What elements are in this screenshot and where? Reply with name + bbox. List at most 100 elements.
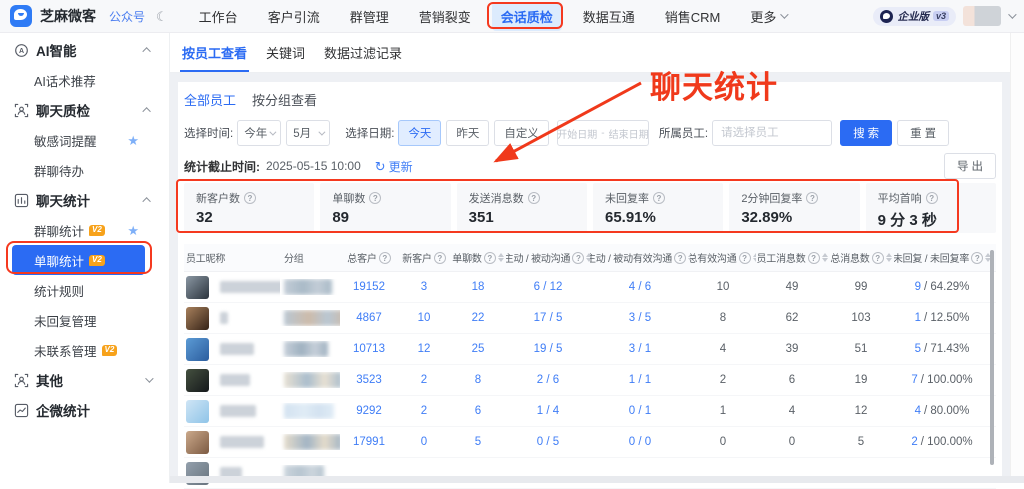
new-customers-value[interactable]: 2	[421, 374, 427, 386]
new-customers-value[interactable]: 12	[418, 343, 431, 355]
active-passive-valid-value[interactable]: 0 / 1	[629, 405, 651, 417]
sidebar-item[interactable]: 其他	[0, 365, 169, 395]
user-avatar[interactable]	[963, 6, 1001, 26]
active-passive-value[interactable]: 2 / 6	[537, 374, 559, 386]
unreplied-count-value[interactable]: 5	[915, 343, 921, 355]
table-column-header[interactable]: 主动 / 被动沟通	[506, 250, 590, 265]
table-column-header[interactable]: 单聊数	[450, 250, 506, 265]
unreplied-count-value[interactable]: 7	[911, 374, 917, 386]
new-customers-value[interactable]: 3	[421, 281, 427, 293]
page-scrollbar-track[interactable]	[1010, 33, 1024, 483]
dark-mode-icon[interactable]: ☾	[156, 10, 168, 23]
sidebar-item[interactable]: 未回复管理	[0, 305, 169, 335]
sub-tab[interactable]: 按分组查看	[252, 90, 317, 109]
unreplied-count-value[interactable]: 1	[915, 312, 921, 324]
month-select[interactable]: 5月	[286, 120, 330, 146]
active-passive-value[interactable]: 1 / 4	[537, 405, 559, 417]
top-nav-item[interactable]: 工作台	[184, 2, 253, 31]
sort-icon[interactable]	[886, 253, 892, 262]
export-button[interactable]: 导出	[944, 153, 996, 179]
new-customers-value[interactable]: 2	[421, 405, 427, 417]
table-column-header[interactable]: 分组	[280, 250, 340, 265]
info-icon[interactable]	[808, 252, 820, 264]
total-customers-value[interactable]: 3523	[356, 374, 382, 386]
date-quick-button[interactable]: 今天	[398, 120, 441, 146]
main-tab[interactable]: 关键词	[264, 33, 307, 72]
sidebar-item[interactable]: 单聊统计 V2	[12, 245, 145, 275]
search-button[interactable]: 搜索	[840, 120, 892, 146]
chat-count-value[interactable]: 8	[475, 374, 481, 386]
info-icon[interactable]	[244, 192, 256, 204]
sidebar-item[interactable]: 敏感词提醒 ★	[0, 125, 169, 155]
top-nav-item[interactable]: 会话质检	[492, 2, 562, 31]
info-icon[interactable]	[379, 252, 391, 264]
info-icon[interactable]	[528, 192, 540, 204]
sidebar-item[interactable]: AI话术推荐	[0, 65, 169, 95]
sidebar-item[interactable]: 群聊待办	[0, 155, 169, 185]
active-passive-valid-value[interactable]: 0 / 0	[629, 436, 651, 448]
total-customers-value[interactable]: 4867	[356, 312, 382, 324]
table-column-header[interactable]: 总有效沟通	[690, 250, 756, 265]
active-passive-value[interactable]: 17 / 5	[534, 312, 563, 324]
sidebar-item[interactable]: 未联系管理 V2	[0, 335, 169, 365]
table-column-header[interactable]: 员工消息数	[756, 250, 828, 265]
active-passive-valid-value[interactable]: 4 / 6	[629, 281, 651, 293]
top-nav-item[interactable]: 数据互通	[568, 2, 650, 31]
chat-count-value[interactable]: 18	[472, 281, 485, 293]
star-icon[interactable]: ★	[127, 224, 139, 237]
sort-icon[interactable]	[822, 253, 828, 262]
date-quick-button[interactable]: 自定义	[494, 120, 549, 146]
unreplied-count-value[interactable]: 9	[915, 281, 921, 293]
active-passive-valid-value[interactable]: 1 / 1	[629, 374, 651, 386]
main-tab[interactable]: 按员工查看	[180, 33, 249, 72]
table-column-header[interactable]: 总客户	[340, 250, 398, 265]
table-column-header[interactable]: 主动 / 被动有效沟通	[590, 250, 690, 265]
active-passive-valid-value[interactable]: 3 / 5	[629, 312, 651, 324]
official-account-link[interactable]: 公众号	[109, 8, 145, 25]
year-select[interactable]: 今年	[237, 120, 281, 146]
info-icon[interactable]	[806, 192, 818, 204]
top-nav-item[interactable]: 营销裂变	[404, 2, 486, 31]
info-icon[interactable]	[484, 252, 496, 264]
reset-button[interactable]: 重置	[897, 120, 949, 146]
new-customers-value[interactable]: 0	[421, 436, 427, 448]
main-tab[interactable]: 数据过滤记录	[322, 33, 404, 72]
total-customers-value[interactable]: 9292	[356, 405, 382, 417]
active-passive-value[interactable]: 19 / 5	[534, 343, 563, 355]
total-customers-value[interactable]: 17991	[353, 436, 385, 448]
chat-count-value[interactable]: 6	[475, 405, 481, 417]
sidebar-item[interactable]: 聊天统计	[0, 185, 169, 215]
sidebar-item[interactable]: 统计规则	[0, 275, 169, 305]
user-menu-chevron-icon[interactable]	[1008, 10, 1016, 18]
top-nav-item[interactable]: 销售CRM	[650, 2, 736, 31]
top-nav-item[interactable]: 更多	[735, 2, 801, 31]
info-icon[interactable]	[653, 192, 665, 204]
date-range-input[interactable]: 开始日期 - 结束日期	[557, 120, 649, 146]
info-icon[interactable]	[926, 192, 938, 204]
sort-icon[interactable]	[498, 253, 504, 262]
sidebar-item[interactable]: 企微统计	[0, 395, 169, 425]
table-column-header[interactable]: 员工昵称	[184, 250, 280, 265]
top-nav-item[interactable]: 群管理	[335, 2, 404, 31]
sidebar-item[interactable]: 群聊统计 V2 ★	[0, 215, 169, 245]
sub-tab[interactable]: 全部员工	[184, 90, 236, 109]
sidebar-item[interactable]: A AI智能	[0, 35, 169, 65]
date-quick-button[interactable]: 昨天	[446, 120, 489, 146]
info-icon[interactable]	[369, 192, 381, 204]
new-customers-value[interactable]: 10	[418, 312, 431, 324]
chat-count-value[interactable]: 25	[472, 343, 485, 355]
info-icon[interactable]	[739, 252, 751, 264]
table-column-header[interactable]: 总消息数	[828, 250, 894, 265]
star-icon[interactable]: ★	[127, 134, 139, 147]
info-icon[interactable]	[434, 252, 446, 264]
horizontal-scrollbar[interactable]	[170, 476, 1024, 483]
sidebar-item[interactable]: 聊天质检	[0, 95, 169, 125]
table-column-header[interactable]: 新客户	[398, 250, 450, 265]
active-passive-value[interactable]: 0 / 5	[537, 436, 559, 448]
top-nav-item[interactable]: 客户引流	[253, 2, 335, 31]
info-icon[interactable]	[971, 252, 983, 264]
active-passive-valid-value[interactable]: 3 / 1	[629, 343, 651, 355]
unreplied-count-value[interactable]: 4	[915, 405, 921, 417]
chat-count-value[interactable]: 5	[475, 436, 481, 448]
total-customers-value[interactable]: 10713	[353, 343, 385, 355]
